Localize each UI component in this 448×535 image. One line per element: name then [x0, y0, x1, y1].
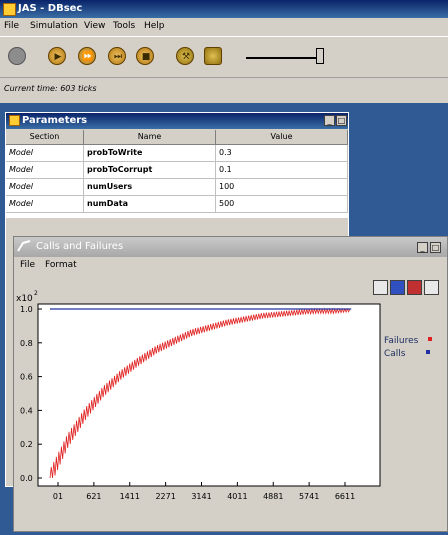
table-cell-value[interactable]: 100 [216, 179, 348, 196]
maximize-icon[interactable]: □ [430, 242, 441, 253]
speed-slider-thumb[interactable] [316, 48, 324, 64]
y-scale-label: x10 [16, 294, 33, 304]
x-tick-label: 2271 [155, 492, 175, 501]
menu-file[interactable]: File [4, 21, 19, 31]
table-cell-section: Model [6, 179, 84, 196]
table-cell-name: numUsers [84, 179, 216, 196]
database-icon[interactable] [204, 47, 222, 65]
column-header-value[interactable]: Value [216, 130, 348, 145]
column-header-name[interactable]: Name [84, 130, 216, 145]
x-tick-label: 6611 [335, 492, 355, 501]
table-cell-value[interactable]: 500 [216, 196, 348, 213]
main-menubar: File Simulation View Tools Help [0, 19, 448, 34]
jas-app-icon [3, 3, 16, 16]
chart-window-icon [17, 240, 31, 252]
y-scale-exponent: 2 [34, 290, 38, 297]
tools-icon[interactable]: ⚒ [176, 47, 194, 65]
x-tick-label: 01 [53, 492, 63, 501]
calls-titlebar[interactable]: Calls and Failures _ □ [14, 237, 447, 257]
main-window: JAS - DBsec File Simulation View Tools H… [0, 0, 448, 103]
minimize-icon[interactable]: _ [417, 242, 428, 253]
x-tick-label: 1411 [120, 492, 140, 501]
calls-title: Calls and Failures [36, 241, 124, 252]
table-cell-name: probToCorrupt [84, 162, 216, 179]
calls-and-failures-window: Calls and Failures _ □ File Format x10 2… [13, 236, 448, 532]
menu-tools[interactable]: Tools [113, 21, 135, 31]
y-tick-label: 0.0 [20, 474, 33, 483]
play-icon[interactable]: ▶ [48, 47, 66, 65]
parameters-table: Section Name Value Model probToWrite 0.3… [6, 130, 348, 218]
y-tick-label: 1.0 [20, 305, 33, 314]
parameters-window-icon [9, 115, 20, 126]
legend-swatch-calls [426, 350, 430, 354]
legend-label-calls: Calls [384, 349, 406, 359]
maximize-icon[interactable]: □ [336, 115, 347, 126]
x-tick-label: 4881 [263, 492, 283, 501]
table-cell-section: Model [6, 145, 84, 162]
menu-format[interactable]: Format [45, 260, 77, 270]
calls-menubar: File Format [14, 258, 447, 273]
menu-help[interactable]: Help [144, 21, 165, 31]
y-tick-label: 0.2 [20, 440, 33, 449]
table-cell-value[interactable]: 0.3 [216, 145, 348, 162]
parameters-title: Parameters [22, 115, 88, 126]
table-cell-value[interactable]: 0.1 [216, 162, 348, 179]
x-tick-label: 4011 [227, 492, 247, 501]
y-tick-label: 0.6 [20, 373, 33, 382]
y-tick-label: 0.8 [20, 339, 33, 348]
parameters-titlebar[interactable]: Parameters _ □ [6, 113, 348, 129]
pause-icon[interactable]: ■ [136, 47, 154, 65]
x-tick-label: 621 [86, 492, 101, 501]
minimize-icon[interactable]: _ [324, 115, 335, 126]
table-cell-name: probToWrite [84, 145, 216, 162]
stop-circle-icon[interactable] [8, 47, 26, 65]
step-icon[interactable]: ⏭ [108, 47, 126, 65]
column-header-section[interactable]: Section [6, 130, 84, 145]
simulation-toolbar: ▶ ⏩ ⏭ ■ ⚒ [0, 36, 448, 78]
speed-slider-track[interactable] [246, 57, 324, 59]
table-cell-section: Model [6, 162, 84, 179]
x-tick-label: 5741 [299, 492, 319, 501]
x-tick-label: 3141 [191, 492, 211, 501]
plot-area [37, 303, 381, 487]
main-titlebar[interactable]: JAS - DBsec [0, 0, 448, 18]
table-cell-name: numData [84, 196, 216, 213]
menu-view[interactable]: View [84, 21, 105, 31]
y-tick-label: 0.4 [20, 406, 33, 415]
status-text: Current time: 603 ticks [4, 84, 97, 93]
main-window-title: JAS - DBsec [18, 3, 83, 14]
calls-failures-chart: x10 2 0.0 0.2 0.4 0.6 0.8 1.0 01 621 1411 2271 31… [16, 290, 432, 501]
fast-forward-icon[interactable]: ⏩ [78, 47, 96, 65]
table-cell-section: Model [6, 196, 84, 213]
menu-file[interactable]: File [20, 260, 35, 270]
legend-label-failures: Failures [384, 336, 419, 346]
legend-swatch-failures [428, 337, 432, 341]
menu-simulation[interactable]: Simulation [30, 21, 78, 31]
